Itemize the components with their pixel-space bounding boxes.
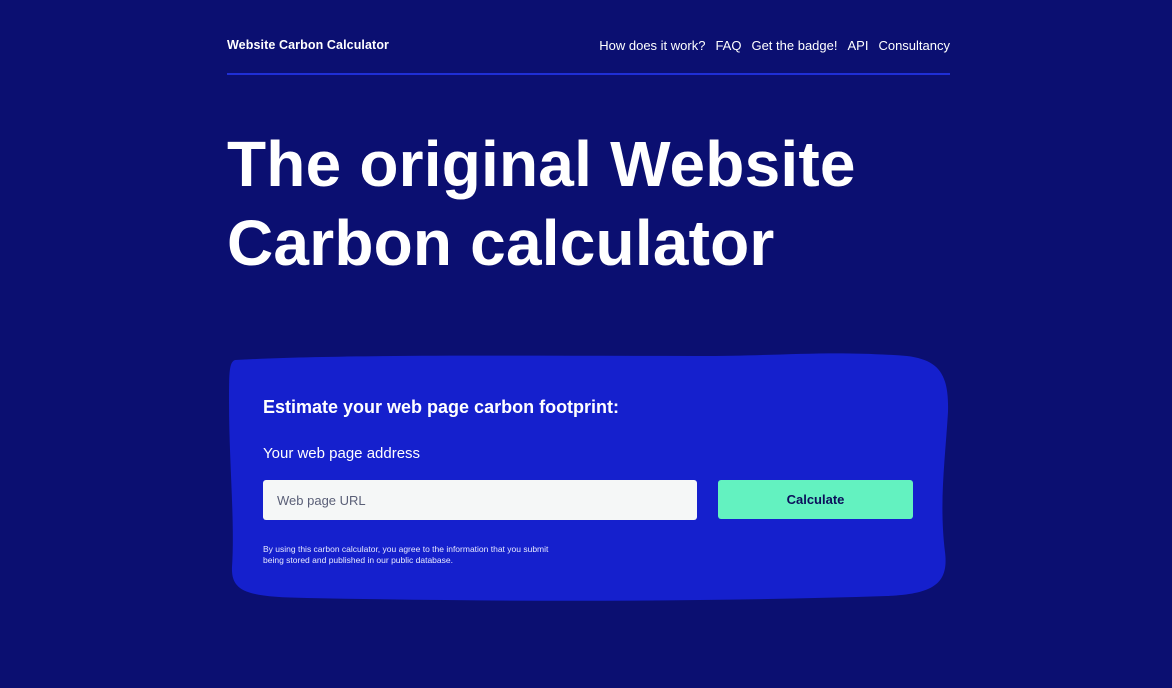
brand-link[interactable]: Website Carbon Calculator (227, 38, 389, 52)
nav-link-consultancy[interactable]: Consultancy (878, 38, 950, 53)
url-input[interactable] (263, 480, 697, 520)
hero-heading: The original Website Carbon calculator (227, 125, 927, 283)
nav-link-faq[interactable]: FAQ (715, 38, 741, 53)
nav-link-api[interactable]: API (847, 38, 868, 53)
url-field-label: Your web page address (263, 445, 421, 462)
nav-link-how-it-works[interactable]: How does it work? (599, 38, 705, 53)
calculate-button[interactable]: Calculate (718, 480, 913, 519)
nav-link-badge[interactable]: Get the badge! (751, 38, 837, 53)
storage-disclaimer: By using this carbon calculator, you agr… (263, 543, 549, 566)
calculator-card: Estimate your web page carbon footprint:… (227, 352, 950, 602)
calculator-title: Estimate your web page carbon footprint: (263, 397, 620, 417)
site-header: Website Carbon Calculator How does it wo… (227, 33, 950, 57)
main-nav: How does it work? FAQ Get the badge! API… (599, 38, 950, 53)
hero-heading-line-2: Carbon calculator (227, 207, 775, 279)
hero-heading-line-1: The original Website (227, 128, 856, 200)
header-divider (227, 73, 950, 75)
